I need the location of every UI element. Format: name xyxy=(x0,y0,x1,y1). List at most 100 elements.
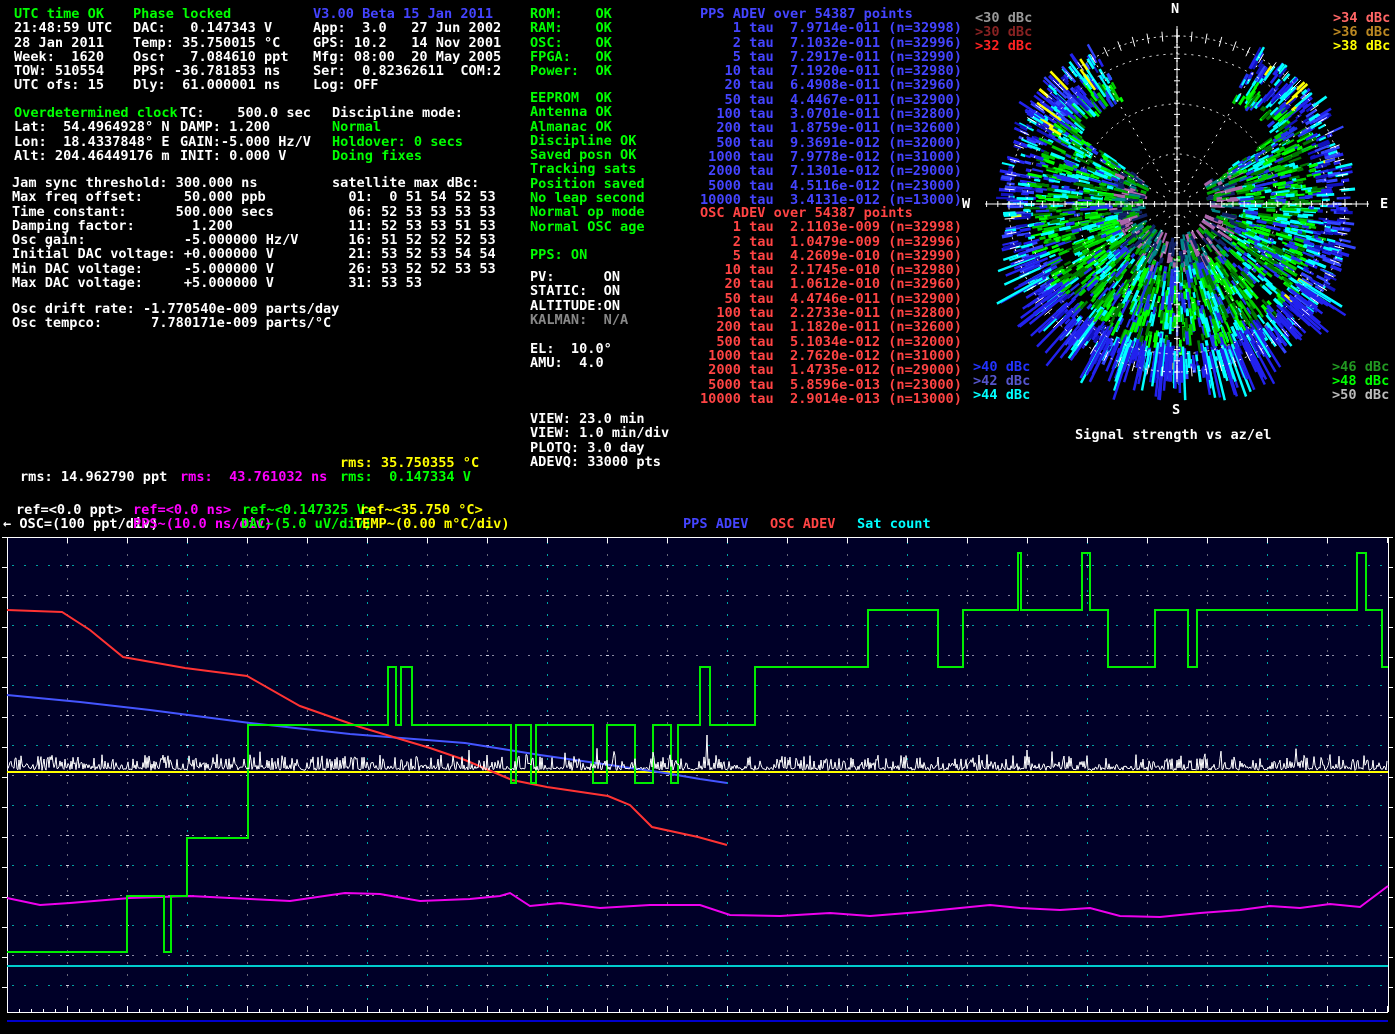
fix-modes-line: KALMAN: N/A xyxy=(530,313,628,327)
sat-max-dbc: satellite max dBc: 01: 0 51 54 52 53 06:… xyxy=(332,176,496,290)
osc-adev-table-line: 10000 tau 2.9014e-013 (n=13000) xyxy=(700,392,962,406)
loop-params-line: Osc gain: -5.000000 Hz/V xyxy=(12,233,298,247)
loop-params-line: Min DAC voltage: -5.000000 V xyxy=(12,262,298,276)
compass-east-label: E xyxy=(1380,196,1388,212)
osc-adev-table-line: 1 tau 2.1103e-009 (n=32998) xyxy=(700,220,962,234)
rms-dac: rms: 0.147334 V xyxy=(340,469,471,485)
pps-adev-table-line: 100 tau 3.0701e-011 (n=32800) xyxy=(700,107,962,121)
pps-adev-table-line: 1 tau 7.9714e-011 (n=32998) xyxy=(700,21,962,35)
pps-adev-table: PPS ADEV over 54387 points 1 tau 7.9714e… xyxy=(700,7,962,207)
osc-drift: Osc drift rate: -1.770540e-009 parts/day… xyxy=(12,302,339,331)
phase-status-line: PPS↑ -36.781853 ns xyxy=(133,64,289,78)
version-info-line: Log: OFF xyxy=(313,78,501,92)
phase-status-line: Osc↑ 7.084610 ppt xyxy=(133,50,289,64)
osc-adev-table-line: 20 tau 1.0612e-010 (n=32960) xyxy=(700,277,962,291)
compass-north-label: N xyxy=(1171,1,1179,17)
loop-params-line: Max DAC voltage: +5.000000 V xyxy=(12,276,298,290)
sat-max-dbc-line: 21: 53 52 53 54 54 xyxy=(332,247,496,261)
version-info-line: Mfg: 08:00 20 May 2005 xyxy=(313,50,501,64)
console-screen: UTC time OK21:48:59 UTC28 Jan 2011Week: … xyxy=(0,0,1395,1034)
sat-max-dbc-line: 16: 51 52 52 52 53 xyxy=(332,233,496,247)
phase-status-line: Dly: 61.000001 ns xyxy=(133,78,289,92)
receiver-health-line: Power: OK xyxy=(530,64,612,78)
receiver-health-line: FPGA: OK xyxy=(530,50,612,64)
compass-west-label: W xyxy=(962,196,970,212)
version-info-line: V3.00 Beta 15 Jan 2011 xyxy=(313,7,501,21)
osc-adev-table-line: 10 tau 2.1745e-010 (n=32980) xyxy=(700,263,962,277)
phase-status: Phase lockedDAC: 0.147343 VTemp: 35.7500… xyxy=(133,7,289,93)
pps-adev-table-line: 5000 tau 4.5116e-012 (n=23000) xyxy=(700,179,962,193)
tc-params: TC: 500.0 secDAMP: 1.200GAIN:-5.000 Hz/V… xyxy=(180,106,311,163)
tc-params-line: TC: 500.0 sec xyxy=(180,106,311,120)
overdetermined-clock: Overdetermined clockLat: 54.4964928° NLo… xyxy=(14,106,178,163)
pps-state: PPS: ON xyxy=(530,248,587,262)
pps-adev-table-line: 2000 tau 7.1301e-012 (n=29000) xyxy=(700,164,962,178)
utc-status-line: 28 Jan 2011 xyxy=(14,36,112,50)
tc-params-line: DAMP: 1.200 xyxy=(180,120,311,134)
osc-adev-table-line: 5 tau 4.2609e-010 (n=32990) xyxy=(700,249,962,263)
compass-south-label: S xyxy=(1172,402,1180,418)
rms-pps: rms: 43.761032 ns xyxy=(180,469,327,485)
discipline-mode-line: Discipline mode: xyxy=(332,106,463,120)
overdetermined-clock-line: Overdetermined clock xyxy=(14,106,178,120)
utc-status-line: TOW: 510554 xyxy=(14,64,112,78)
receiver-health-line: OSC: OK xyxy=(530,36,612,50)
view-settings-line: VIEW: 23.0 min xyxy=(530,412,669,426)
phase-status-line: Phase locked xyxy=(133,7,289,21)
pps-adev-table-line: PPS ADEV over 54387 points xyxy=(700,7,962,21)
gps-status-list-line: Position saved xyxy=(530,177,645,191)
pps-state-line: PPS: ON xyxy=(530,248,587,262)
pps-adev-table-line: 200 tau 1.8759e-011 (n=32600) xyxy=(700,121,962,135)
version-info-line: GPS: 10.2 14 Nov 2001 xyxy=(313,36,501,50)
mask-settings-line: AMU: 4.0 xyxy=(530,356,612,370)
pps-adev-table-line: 500 tau 9.3691e-012 (n=32000) xyxy=(700,136,962,150)
gps-status-list-line: Discipline OK xyxy=(530,134,645,148)
sat-max-dbc-line: 26: 53 52 52 53 53 xyxy=(332,262,496,276)
loop-params-line: Damping factor: 1.200 xyxy=(12,219,298,233)
overdetermined-clock-line: Lon: 18.4337848° E xyxy=(14,135,178,149)
loop-params-line: Initial DAC voltage: +0.000000 V xyxy=(12,247,298,261)
view-settings-line: PLOTQ: 3.0 day xyxy=(530,441,669,455)
gps-status-list-line: Normal OSC age xyxy=(530,220,645,234)
osc-adev-table-line: 1000 tau 2.7620e-012 (n=31000) xyxy=(700,349,962,363)
discipline-mode: Discipline mode:NormalHoldover: 0 secsDo… xyxy=(332,106,463,163)
discipline-mode-line: Doing fixes xyxy=(332,149,463,163)
loop-params-line: Max freq offset: 50.000 ppb xyxy=(12,190,298,204)
gps-status-list: EEPROM OKAntenna OKAlmanac OKDiscipline … xyxy=(530,91,645,234)
version-info-line: App: 3.0 27 Jun 2002 xyxy=(313,21,501,35)
gps-status-list-line: Normal op mode xyxy=(530,205,645,219)
pps-adev-table-line: 2 tau 7.1032e-011 (n=32996) xyxy=(700,36,962,50)
osc-adev-table-line: OSC ADEV over 54387 points xyxy=(700,206,962,220)
strip-chart-plot-area[interactable] xyxy=(0,530,1395,1034)
osc-adev-table-line: 200 tau 1.1820e-011 (n=32600) xyxy=(700,320,962,334)
osc-adev-table-line: 500 tau 5.1034e-012 (n=32000) xyxy=(700,335,962,349)
phase-status-line: DAC: 0.147343 V xyxy=(133,21,289,35)
pps-adev-table-line: 50 tau 4.4467e-011 (n=32900) xyxy=(700,93,962,107)
gps-status-list-line: Almanac OK xyxy=(530,120,645,134)
tc-params-line: GAIN:-5.000 Hz/V xyxy=(180,135,311,149)
sat-max-dbc-line: 06: 52 53 53 53 53 xyxy=(332,205,496,219)
polar-caption: Signal strength vs az/el xyxy=(1075,427,1271,443)
loop-params-line: Time constant: 500.000 secs xyxy=(12,205,298,219)
phase-status-line: Temp: 35.750015 °C xyxy=(133,36,289,50)
overdetermined-clock-line: Alt: 204.46449176 m xyxy=(14,149,178,163)
gps-status-list-line: EEPROM OK xyxy=(530,91,645,105)
fix-modes: PV: ONSTATIC: ONALTITUDE:ONKALMAN: N/A xyxy=(530,270,628,327)
view-settings-line: ADEVQ: 33000 pts xyxy=(530,455,669,469)
sat-max-dbc-line: 31: 53 53 xyxy=(332,276,496,290)
osc-adev-table-line: 50 tau 4.4746e-011 (n=32900) xyxy=(700,292,962,306)
gps-status-list-line: No leap second xyxy=(530,191,645,205)
discipline-mode-line: Holdover: 0 secs xyxy=(332,135,463,149)
osc-adev-table-line: 2 tau 1.0479e-009 (n=32996) xyxy=(700,235,962,249)
fix-modes-line: STATIC: ON xyxy=(530,284,628,298)
sat-max-dbc-line: 11: 52 53 53 51 53 xyxy=(332,219,496,233)
loop-params-line: Jam sync threshold: 300.000 ns xyxy=(12,176,298,190)
pps-adev-table-line: 1000 tau 7.9778e-012 (n=31000) xyxy=(700,150,962,164)
mask-settings: EL: 10.0°AMU: 4.0 xyxy=(530,342,612,371)
receiver-health-line: RAM: OK xyxy=(530,21,612,35)
fix-modes-line: ALTITUDE:ON xyxy=(530,299,628,313)
view-settings-line: VIEW: 1.0 min/div xyxy=(530,426,669,440)
osc-adev-table-line: 100 tau 2.2733e-011 (n=32800) xyxy=(700,306,962,320)
osc-adev-table-line: 5000 tau 5.8596e-013 (n=23000) xyxy=(700,378,962,392)
tc-params-line: INIT: 0.000 V xyxy=(180,149,311,163)
